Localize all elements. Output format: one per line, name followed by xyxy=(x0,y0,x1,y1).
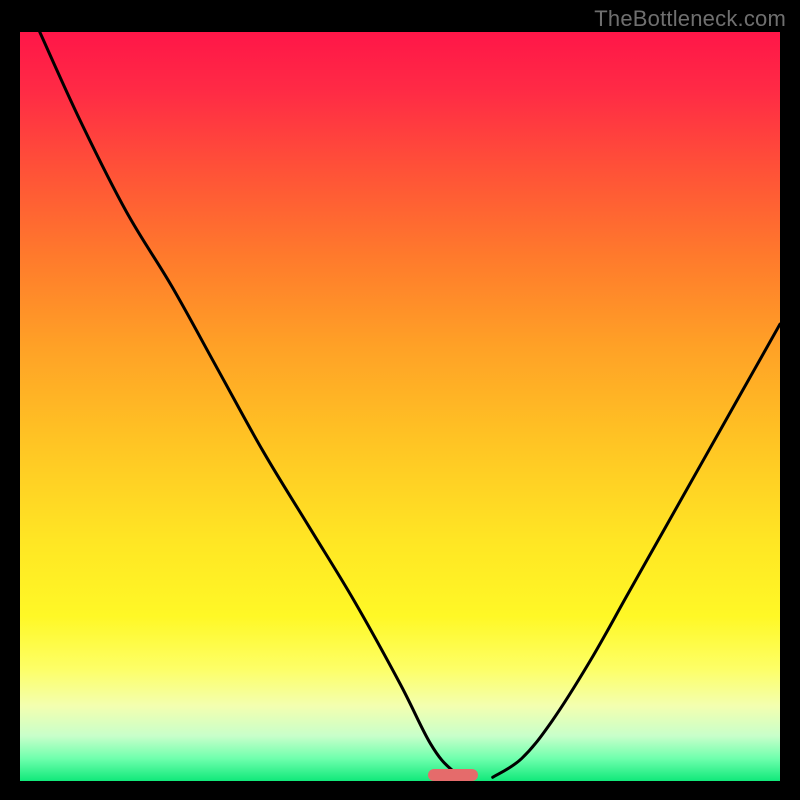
plot-gradient-background xyxy=(20,32,780,781)
optimum-marker xyxy=(428,769,478,781)
watermark-text: TheBottleneck.com xyxy=(594,6,786,32)
chart-container: TheBottleneck.com xyxy=(0,0,800,800)
